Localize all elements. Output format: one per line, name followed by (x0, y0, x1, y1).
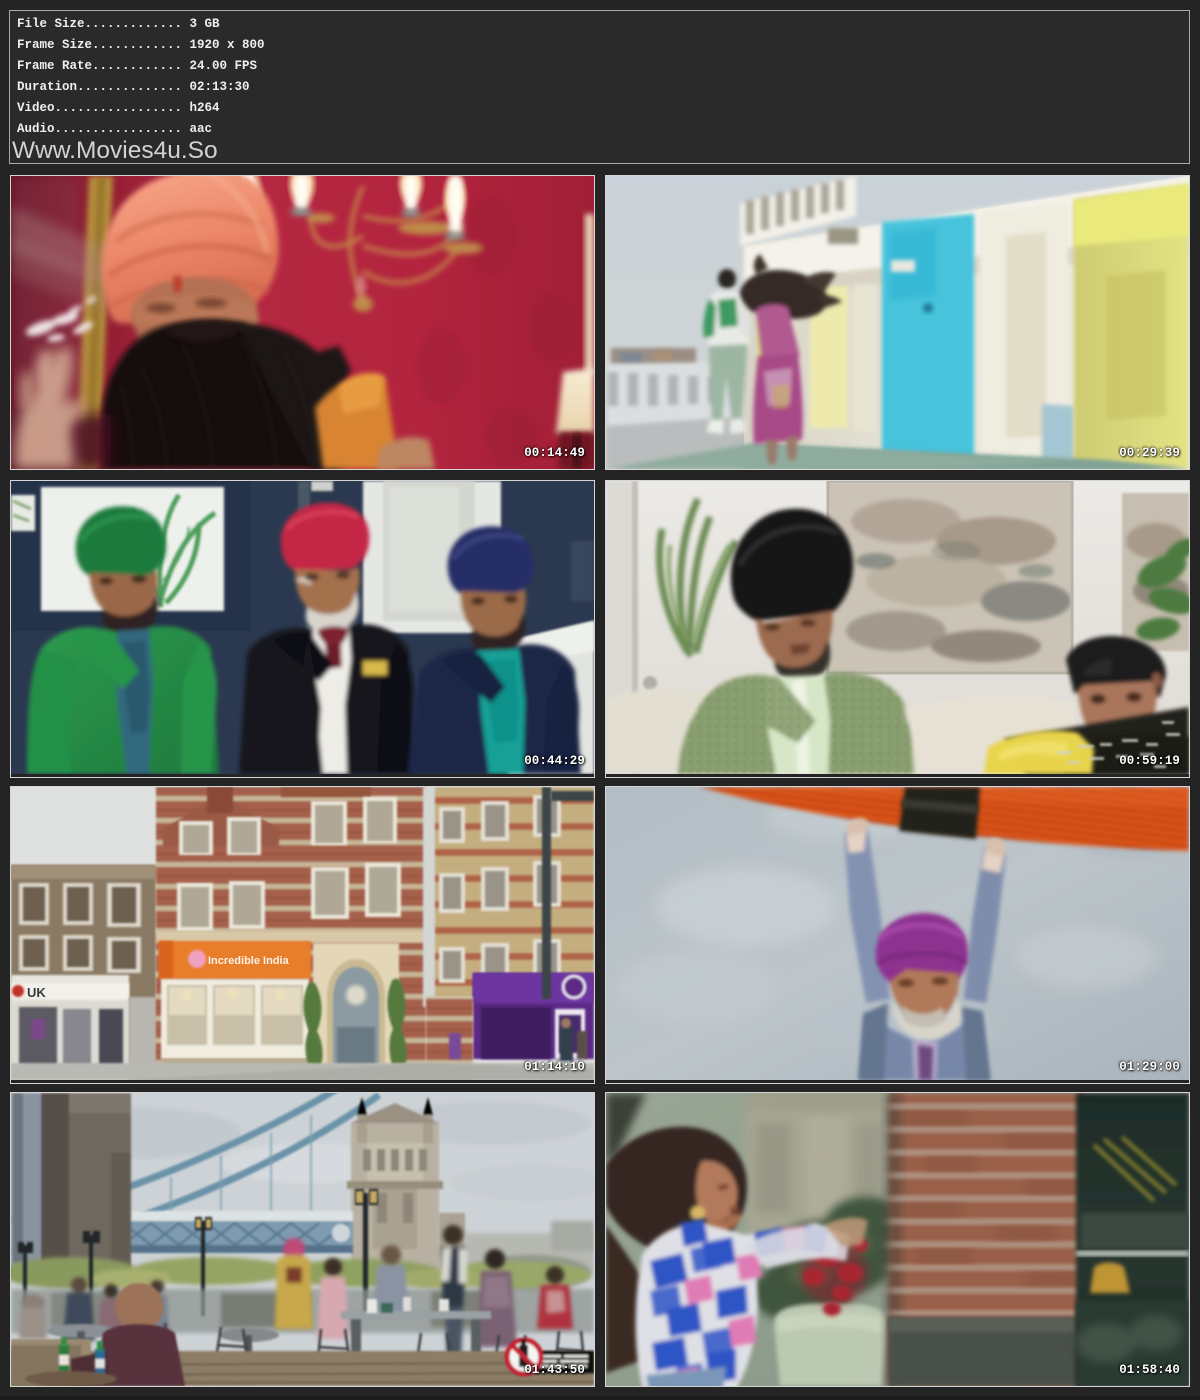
svg-text:Incredible India: Incredible India (208, 955, 290, 967)
svg-text:UK: UK (27, 985, 46, 1000)
